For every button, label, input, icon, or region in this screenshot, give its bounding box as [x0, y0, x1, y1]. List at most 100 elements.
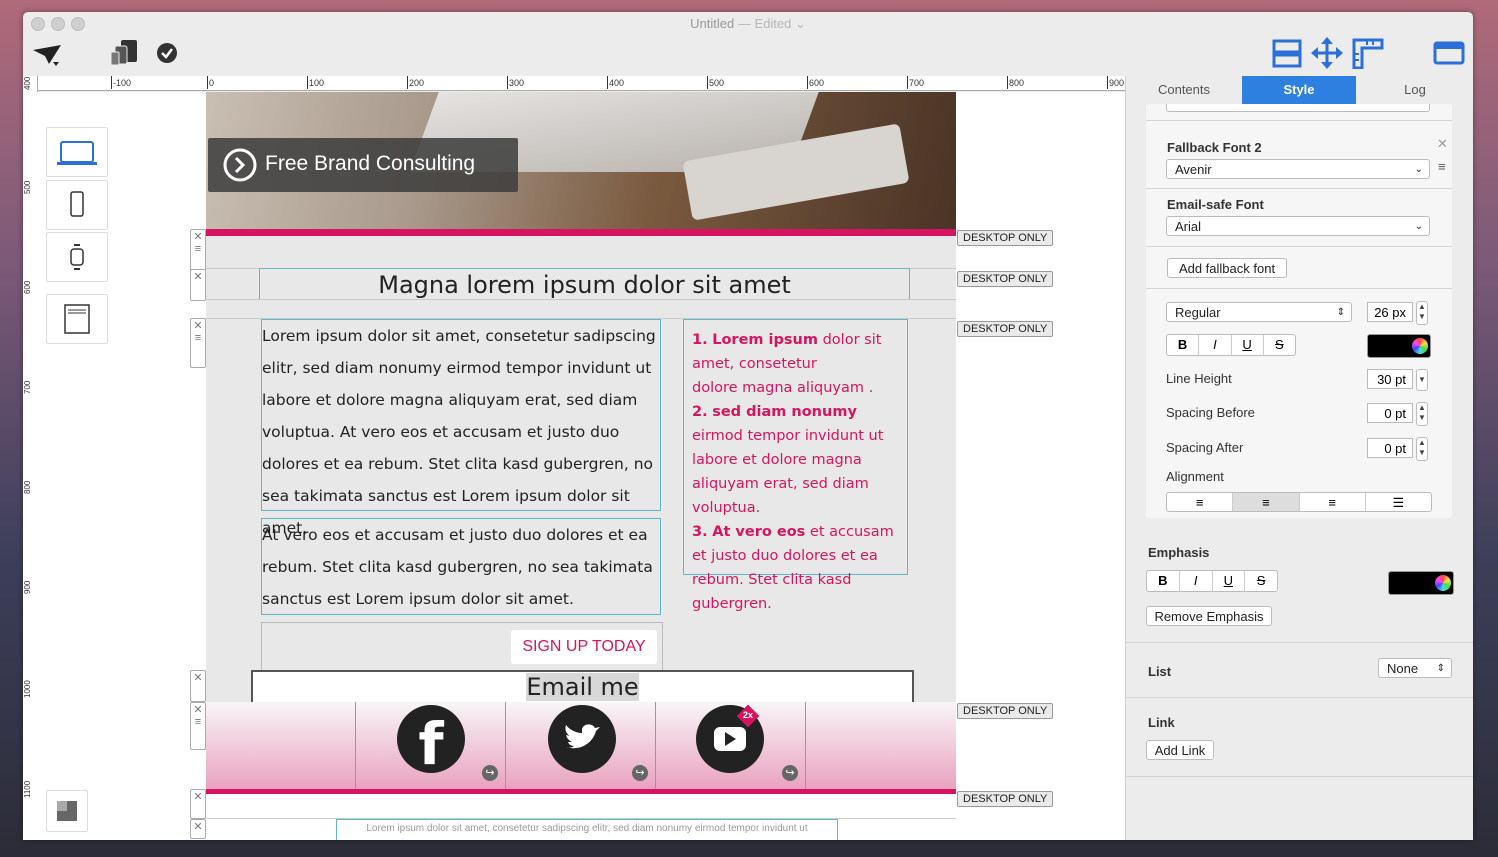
spacing-before-stepper[interactable]: ▲ ▼ — [1416, 402, 1428, 426]
hero-image[interactable]: Free Brand Consulting — [206, 92, 956, 229]
bold-button[interactable]: B — [1147, 571, 1180, 591]
row-controls[interactable]: ✕ ≡ — [190, 318, 206, 368]
font-weight-select[interactable]: Regular ⇕ — [1166, 302, 1352, 322]
chevron-down-icon[interactable]: ⌄ — [795, 16, 806, 31]
align-left-icon[interactable]: ≡ — [1167, 493, 1234, 511]
tab-style[interactable]: Style — [1242, 76, 1356, 104]
close-icon[interactable]: ✕ — [191, 790, 205, 803]
ruler-label: 700 — [909, 78, 925, 88]
row-controls[interactable]: ✕ ≡ — [190, 229, 206, 271]
numbered-list[interactable]: 1. Lorem ipsum dolor sit amet, consetetu… — [683, 319, 908, 612]
spacing-before-field[interactable]: 0 pt — [1367, 403, 1413, 423]
row-controls[interactable]: ✕ — [190, 670, 206, 702]
desktop-only-tag[interactable]: DESKTOP ONLY — [957, 271, 1054, 287]
tab-contents[interactable]: Contents — [1126, 76, 1242, 104]
ruler-label: 800 — [1009, 78, 1025, 88]
email-me-text[interactable]: Email me — [526, 673, 639, 701]
social-row: f ↪ ↪ 2x ↪ — [206, 702, 956, 789]
sidebar-icon[interactable] — [1433, 40, 1465, 66]
edited-status[interactable]: — Edited — [738, 16, 791, 31]
line-height-field[interactable]: 30 pt — [1367, 369, 1413, 389]
close-icon[interactable]: ✕ — [191, 270, 205, 283]
row-controls[interactable]: ✕ — [190, 269, 206, 301]
fallback-font-2-label: Fallback Font 2 — [1167, 140, 1262, 155]
fallback-font-1-select[interactable] — [1166, 104, 1430, 112]
row-controls[interactable]: ✕ — [190, 819, 206, 839]
spacing-after-field[interactable]: 0 pt — [1367, 438, 1413, 458]
underline-button[interactable]: U — [1232, 335, 1264, 355]
line-height-dropdown[interactable]: ▼ — [1416, 369, 1428, 391]
design-canvas[interactable]: Free Brand Consulting Magna lorem ipsum … — [37, 92, 1125, 840]
font-size-field[interactable]: 26 px — [1367, 302, 1413, 322]
paragraph-2[interactable]: At vero eos et accusam et justo duo dolo… — [261, 518, 661, 615]
close-icon[interactable]: ✕ — [191, 230, 205, 243]
drag-handle-icon[interactable]: ≡ — [191, 716, 205, 728]
footer-text[interactable]: Lorem ipsum dolor sit amet, consetetur s… — [336, 819, 838, 840]
underline-button[interactable]: U — [1213, 571, 1246, 591]
strikethrough-button[interactable]: S — [1264, 335, 1295, 355]
desktop-only-tag[interactable]: DESKTOP ONLY — [957, 321, 1054, 337]
headline-text[interactable]: Magna lorem ipsum dolor sit amet — [260, 269, 909, 301]
bold-button[interactable]: B — [1167, 335, 1200, 355]
align-right-icon[interactable]: ≡ — [1300, 493, 1366, 511]
share-icon[interactable]: ↪ — [632, 765, 648, 781]
align-center-icon[interactable]: ≡ — [1233, 493, 1300, 511]
layout-icon[interactable] — [1271, 38, 1303, 68]
headline-box[interactable]: Magna lorem ipsum dolor sit amet — [259, 268, 910, 300]
ruler-icon[interactable] — [1351, 37, 1385, 69]
device-phone-button[interactable] — [46, 180, 108, 230]
twitter-icon[interactable] — [548, 705, 616, 773]
device-browser-button[interactable] — [46, 294, 108, 344]
add-link-button[interactable]: Add Link — [1146, 740, 1214, 760]
italic-button[interactable]: I — [1199, 335, 1232, 355]
share-icon[interactable]: ↪ — [782, 765, 798, 781]
signup-button[interactable]: SIGN UP TODAY — [511, 630, 657, 664]
color-wheel-icon[interactable] — [1435, 575, 1451, 591]
emphasis-format-buttons[interactable]: B I U S — [1146, 570, 1278, 592]
close-icon[interactable]: ✕ — [191, 671, 205, 684]
email-me-box[interactable]: Email me — [251, 670, 914, 704]
align-justify-icon[interactable]: ☰ — [1366, 493, 1431, 511]
device-watch-button[interactable] — [46, 232, 108, 282]
add-fallback-font-button[interactable]: Add fallback font — [1167, 258, 1287, 278]
drag-handle-icon[interactable]: ≡ — [191, 243, 205, 255]
paragraph-1[interactable]: Lorem ipsum dolor sit amet, consetetur s… — [261, 319, 661, 537]
row-controls[interactable]: ✕ ≡ — [190, 702, 206, 750]
font-size-stepper[interactable]: ▲ ▼ — [1416, 301, 1428, 325]
checkmark-icon[interactable] — [156, 42, 178, 64]
close-icon[interactable]: ✕ — [191, 820, 205, 833]
close-icon[interactable]: ✕ — [191, 703, 205, 716]
share-icon[interactable]: ↪ — [482, 765, 498, 781]
text-color-swatch[interactable] — [1367, 334, 1431, 358]
desktop-only-tag[interactable]: DESKTOP ONLY — [957, 230, 1054, 246]
window-title: Untitled — Edited ⌄ — [23, 16, 1473, 32]
row-controls[interactable]: ✕ — [190, 789, 206, 819]
hero-button[interactable]: Free Brand Consulting — [208, 138, 518, 192]
resize-preview-button[interactable] — [46, 790, 88, 832]
spacing-after-stepper[interactable]: ▲ ▼ — [1416, 437, 1428, 461]
move-icon[interactable] — [1311, 37, 1343, 69]
alignment-control[interactable]: ≡ ≡ ≡ ☰ — [1166, 492, 1432, 512]
italic-button[interactable]: I — [1180, 571, 1213, 591]
format-buttons[interactable]: B I U S — [1166, 334, 1296, 356]
desktop-only-tag[interactable]: DESKTOP ONLY — [957, 791, 1054, 807]
tab-log[interactable]: Log — [1356, 76, 1473, 104]
fallback-font-2-select[interactable]: Avenir ⌄ — [1166, 159, 1430, 179]
list-type-select[interactable]: None ⇕ — [1378, 658, 1452, 678]
strikethrough-button[interactable]: S — [1245, 571, 1277, 591]
devices-icon[interactable] — [109, 38, 143, 68]
drag-handle-icon[interactable]: ≡ — [1438, 159, 1446, 174]
close-icon[interactable]: ✕ — [191, 319, 205, 332]
facebook-icon[interactable]: f — [397, 705, 465, 778]
ruler-label: 600 — [23, 280, 32, 294]
paper-plane-icon[interactable] — [31, 42, 65, 68]
device-laptop-button[interactable] — [46, 127, 108, 177]
ruler-label: 600 — [809, 78, 825, 88]
desktop-only-tag[interactable]: DESKTOP ONLY — [957, 703, 1054, 719]
email-safe-font-select[interactable]: Arial ⌄ — [1166, 216, 1430, 236]
color-wheel-icon[interactable] — [1412, 338, 1428, 354]
remove-emphasis-button[interactable]: Remove Emphasis — [1146, 606, 1272, 626]
emphasis-color-swatch[interactable] — [1388, 571, 1454, 595]
close-icon[interactable]: ✕ — [1437, 136, 1448, 152]
drag-handle-icon[interactable]: ≡ — [191, 332, 205, 344]
